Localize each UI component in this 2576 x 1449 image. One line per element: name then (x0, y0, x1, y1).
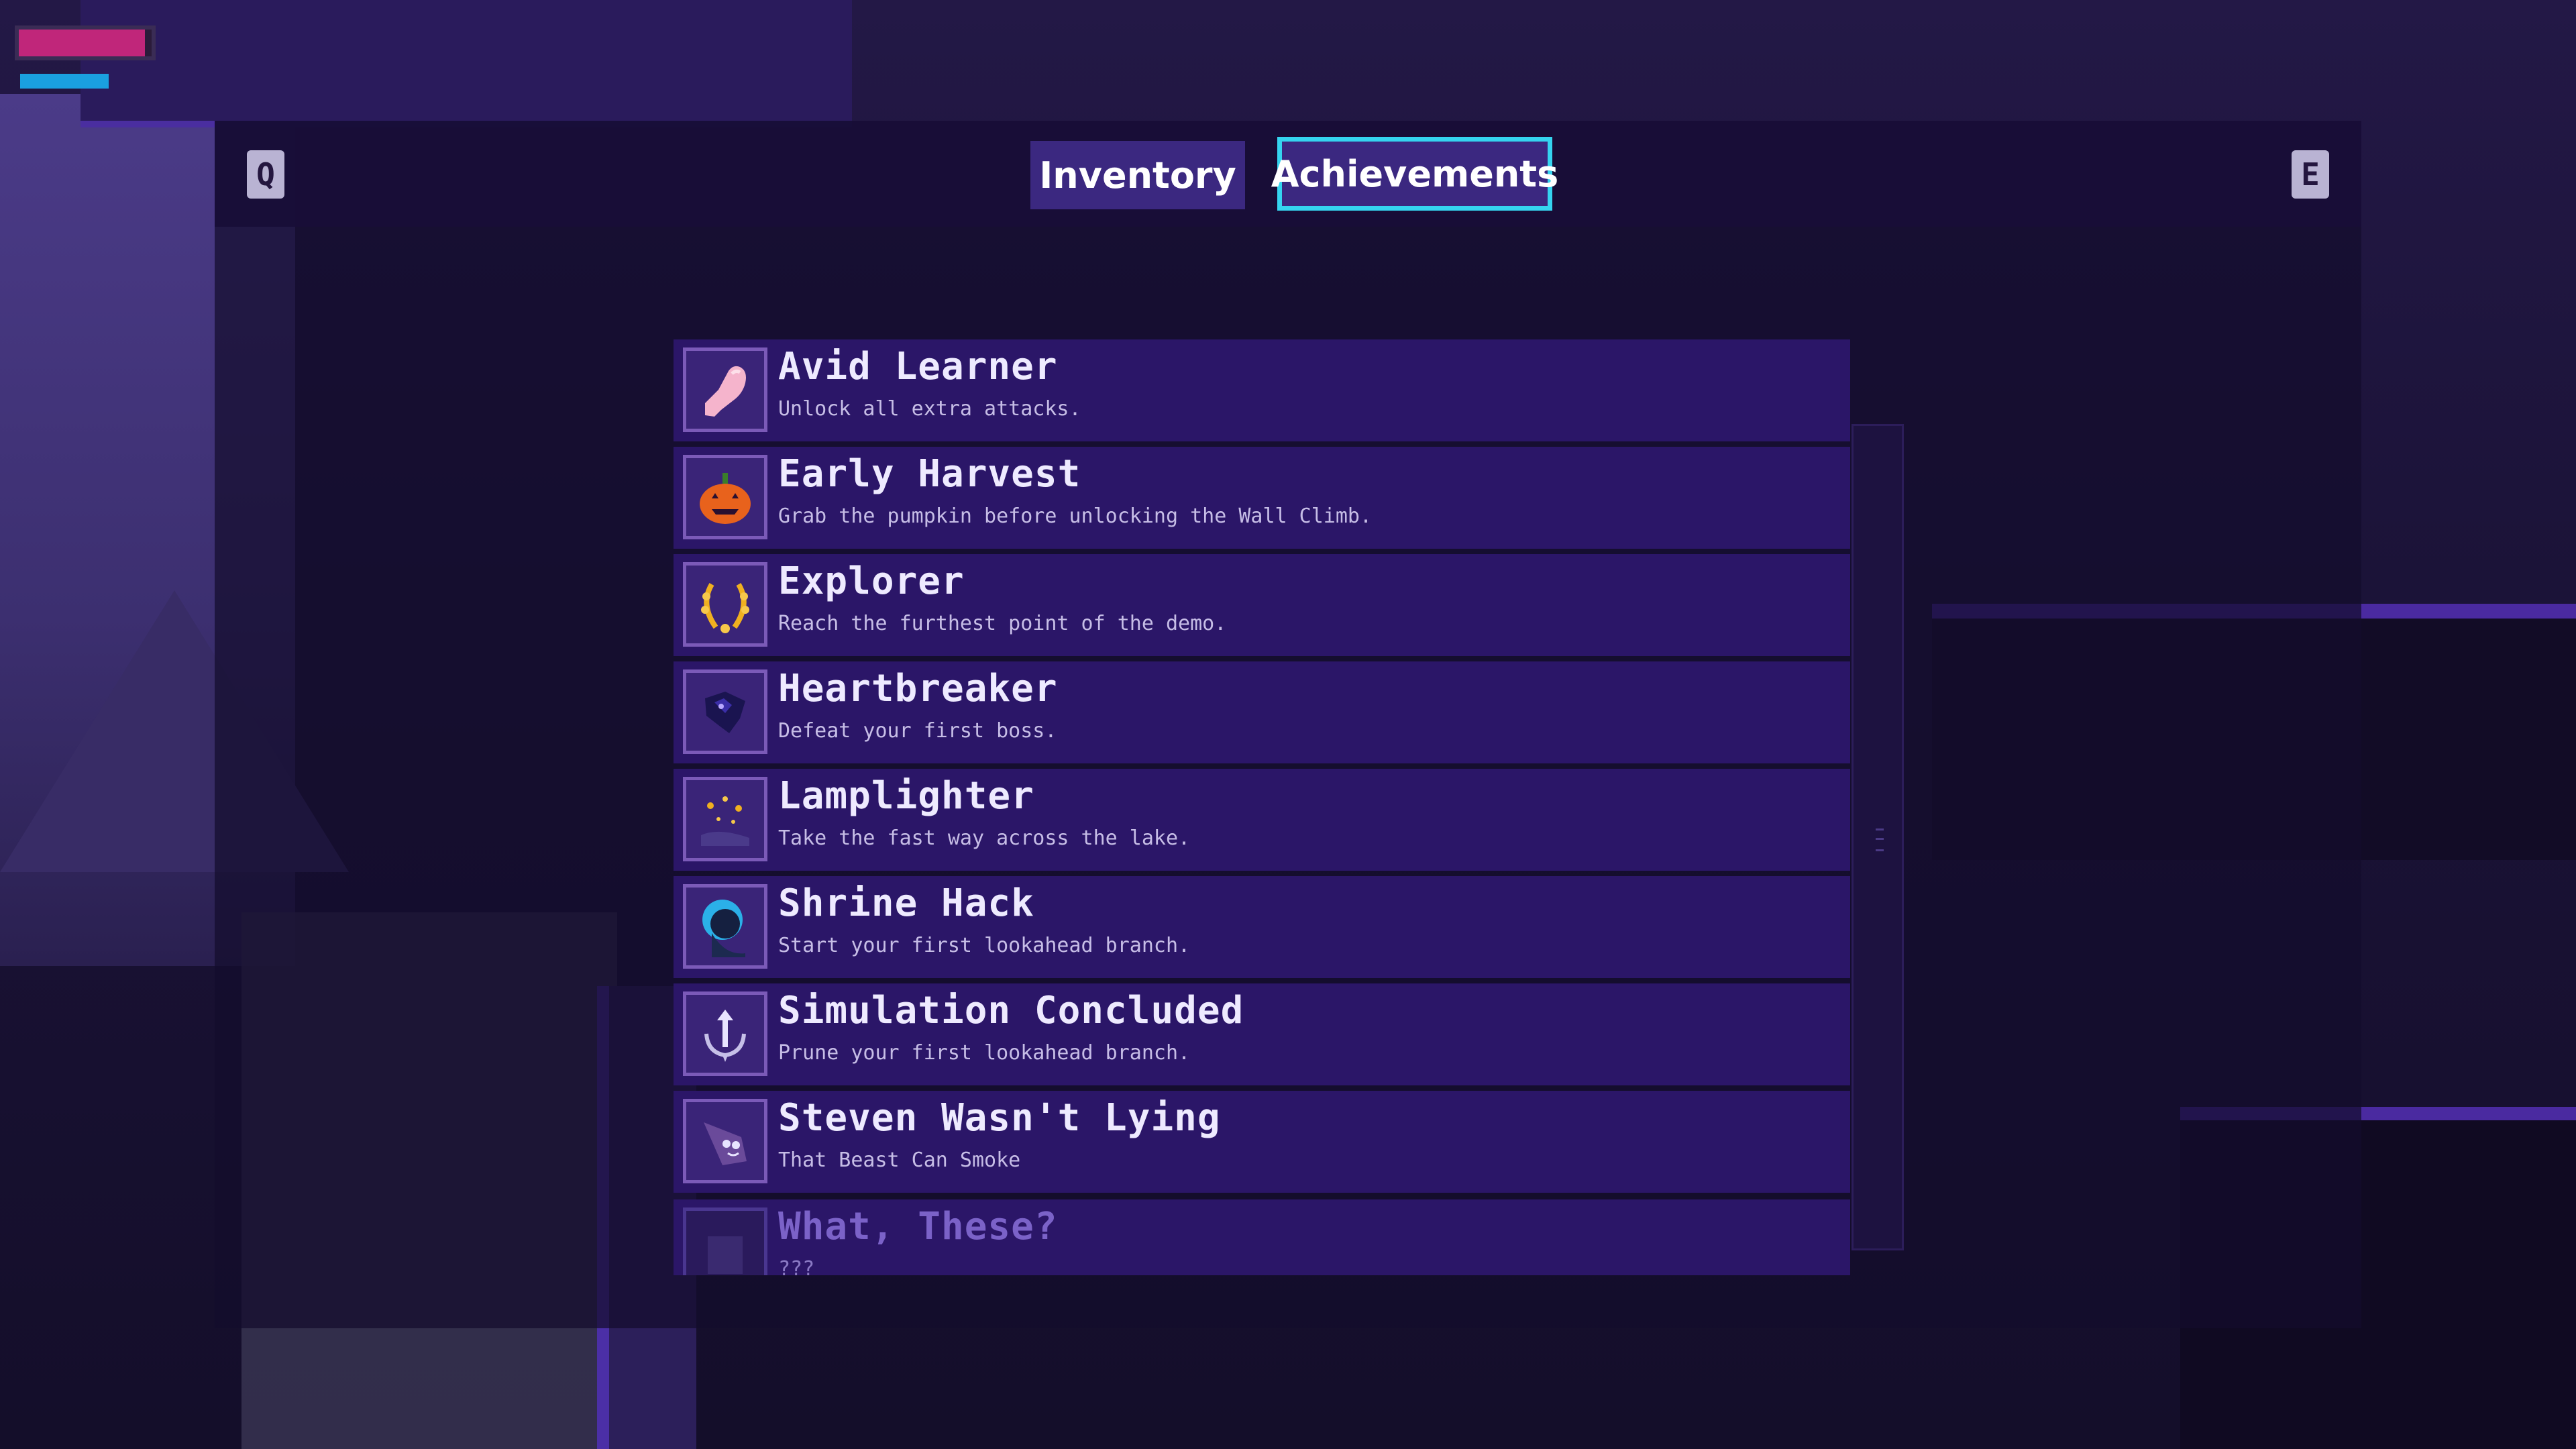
achievement-title: Avid Learner (778, 345, 1058, 388)
dark-creature-icon (705, 692, 745, 733)
locked-icon (708, 1236, 743, 1274)
achievement-title: Lamplighter (778, 774, 1034, 818)
achievement-description: Unlock all extra attacks. (778, 397, 1081, 421)
achievement-title: Heartbreaker (778, 667, 1058, 710)
laurel-wreath-icon (701, 582, 749, 633)
health-bar-fill (19, 30, 146, 56)
achievement-description: Defeat your first boss. (778, 719, 1057, 743)
tab-achievements[interactable]: Achievements (1271, 137, 1558, 211)
achievements-scrollbar[interactable] (1851, 424, 1904, 1250)
achievement-row[interactable]: Lamplighter Take the fast way across the… (674, 769, 1850, 871)
achievement-row[interactable]: Steven Wasn't Lying That Beast Can Smoke (674, 1091, 1850, 1193)
arm-icon (705, 366, 746, 417)
achievement-icon-frame (683, 455, 767, 539)
sparks-icon (701, 796, 749, 846)
achievement-row[interactable]: Explorer Reach the furthest point of the… (674, 554, 1850, 656)
pumpkin-icon (700, 473, 751, 524)
achievement-description: Take the fast way across the lake. (778, 826, 1191, 850)
achievement-row-locked[interactable]: What, These? ??? (674, 1199, 1850, 1275)
achievement-title: Early Harvest (778, 452, 1081, 496)
hooded-figure-icon (702, 900, 745, 957)
branch-arrow-icon (704, 1010, 746, 1062)
achievement-description: Grab the pumpkin before unlocking the Wa… (778, 504, 1373, 528)
achievement-description: ??? (778, 1257, 815, 1275)
health-bar (15, 25, 156, 60)
tab-inventory[interactable]: Inventory (1030, 141, 1245, 209)
achievement-row[interactable]: Shrine Hack Start your first lookahead b… (674, 876, 1850, 978)
prev-tab-key-hint[interactable]: Q (247, 150, 284, 199)
achievement-description: Prune your first lookahead branch. (778, 1041, 1191, 1065)
achievement-title: Steven Wasn't Lying (778, 1096, 1221, 1140)
achievement-row[interactable]: Early Harvest Grab the pumpkin before un… (674, 447, 1850, 549)
achievement-description: That Beast Can Smoke (778, 1148, 1021, 1172)
achievement-icon-frame (683, 562, 767, 647)
achievement-title: What, These? (778, 1205, 1058, 1248)
achievement-icon-frame (683, 991, 767, 1076)
achievement-title: Explorer (778, 559, 965, 603)
menu-header: Q Inventory Achievements E (215, 121, 2361, 227)
cave-ceiling (80, 0, 852, 127)
achievement-description: Reach the furthest point of the demo. (778, 612, 1227, 635)
achievement-row[interactable]: Avid Learner Unlock all extra attacks. (674, 339, 1850, 441)
achievement-icon-frame (683, 1208, 767, 1275)
achievement-title: Shrine Hack (778, 881, 1034, 925)
energy-bar (20, 74, 109, 89)
achievement-row[interactable]: Heartbreaker Defeat your first boss. (674, 661, 1850, 763)
beast-icon (704, 1122, 747, 1165)
next-tab-key-hint[interactable]: E (2292, 150, 2329, 199)
achievement-title: Simulation Concluded (778, 989, 1244, 1032)
achievement-icon-frame (683, 884, 767, 969)
achievement-icon-frame (683, 1099, 767, 1183)
scrollbar-grip-icon[interactable] (1876, 828, 1884, 851)
achievement-icon-frame (683, 777, 767, 861)
achievement-row[interactable]: Simulation Concluded Prune your first lo… (674, 983, 1850, 1085)
achievements-list[interactable]: Avid Learner Unlock all extra attacks. E… (674, 339, 1850, 1275)
achievement-icon-frame (683, 669, 767, 754)
achievement-description: Start your first lookahead branch. (778, 934, 1191, 957)
achievement-icon-frame (683, 347, 767, 432)
